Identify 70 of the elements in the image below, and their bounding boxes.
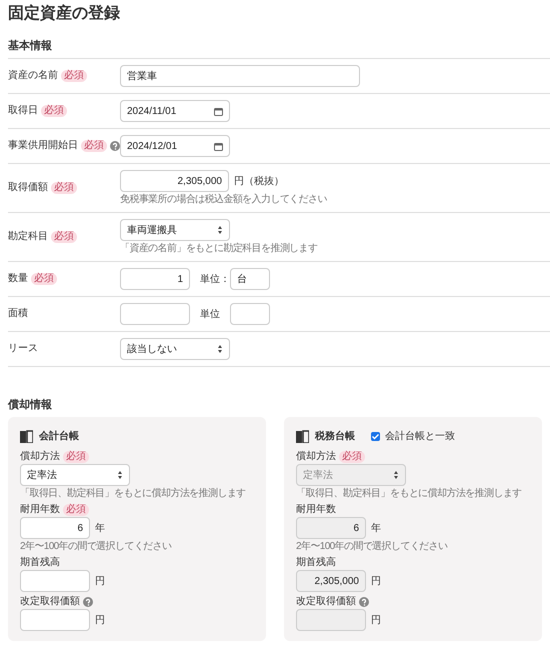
book-icon xyxy=(20,430,33,442)
required-badge: 必須 xyxy=(63,450,89,462)
hint-text: 2年〜100年の間で選択してください xyxy=(20,541,172,553)
field-label: 取得価額 xyxy=(8,180,48,195)
date-field[interactable]: 2024/11/01 xyxy=(120,100,230,122)
select-field[interactable]: 定率法 xyxy=(20,464,130,486)
unit-field[interactable]: 台 xyxy=(230,268,270,290)
date-field[interactable]: 2024/12/01 xyxy=(120,135,230,157)
book-icon xyxy=(296,430,309,442)
field-label: 改定取得価額 xyxy=(20,594,80,609)
suffix-label: 円 xyxy=(371,614,381,627)
unit-field[interactable] xyxy=(230,303,270,325)
field-label: 償却方法 xyxy=(20,450,60,464)
input-field[interactable]: 1 xyxy=(120,268,190,290)
calendar-icon xyxy=(214,106,223,116)
field-label: 取得日 xyxy=(8,104,38,118)
checkbox-label: 会計台帳と一致 xyxy=(385,430,455,443)
suffix-label: 円 xyxy=(95,614,105,627)
ledger-title: 会計台帳 xyxy=(39,430,79,443)
section-heading: 基本情報 xyxy=(8,38,53,54)
input-field[interactable]: 6 xyxy=(20,517,90,539)
calendar-icon xyxy=(214,142,223,150)
field-label: 期首残高 xyxy=(20,556,60,570)
input-field[interactable] xyxy=(120,303,190,325)
input-field[interactable]: 2,305,000 xyxy=(120,170,229,192)
suffix-label: 円 xyxy=(371,575,381,588)
caret-icon xyxy=(117,471,123,479)
caret-icon xyxy=(217,345,223,353)
select-field[interactable]: 該当しない xyxy=(120,338,230,360)
suffix-label: 年 xyxy=(95,522,105,535)
suffix-label: 円（税抜） xyxy=(234,174,284,188)
input-field[interactable] xyxy=(20,609,90,631)
required-badge: 必須 xyxy=(51,231,77,243)
unit-label: 単位 xyxy=(200,308,221,321)
field-label: 耐用年数 xyxy=(296,503,336,517)
caret-icon xyxy=(393,471,399,479)
unit-label: 単位： xyxy=(200,273,230,286)
checkbox[interactable] xyxy=(371,432,380,440)
field-label: 期首残高 xyxy=(296,556,336,570)
required-badge: 必須 xyxy=(51,182,77,194)
select-field[interactable]: 車両運搬具 xyxy=(120,219,230,241)
field-label: 耐用年数 xyxy=(20,503,60,517)
input-field[interactable]: 営業車 xyxy=(120,65,360,87)
field-label: 資産の名前 xyxy=(8,68,58,83)
hint-text: 免税事業所の場合は税込金額を入力してください xyxy=(120,194,327,206)
required-badge: 必須 xyxy=(339,450,365,462)
field-label: 数量 xyxy=(8,272,28,286)
caret-icon xyxy=(217,226,223,234)
required-badge: 必須 xyxy=(81,140,107,152)
check-icon xyxy=(371,432,380,440)
required-badge: 必須 xyxy=(31,273,57,285)
required-badge: 必須 xyxy=(63,504,89,516)
input-field[interactable] xyxy=(20,570,90,592)
suffix-label: 円 xyxy=(95,575,105,588)
hint-text: 「資産の名前」をもとに勘定科目を推測します xyxy=(120,243,318,255)
field-label: 改定取得価額 xyxy=(296,594,356,609)
hint-text: 「取得日、勘定科目」をもとに償却方法を推測します xyxy=(20,488,246,500)
page-title: 固定資産の登録 xyxy=(8,4,121,24)
hint-text: 2年〜100年の間で選択してください xyxy=(296,541,448,553)
field-label: 面積 xyxy=(8,306,28,321)
hint-text: 「取得日、勘定科目」をもとに償却方法を推測します xyxy=(296,488,522,500)
field-label: リース xyxy=(8,342,38,356)
suffix-label: 年 xyxy=(371,522,381,535)
required-badge: 必須 xyxy=(61,70,87,82)
field-label: 償却方法 xyxy=(296,450,336,464)
ledger-title: 税務台帳 xyxy=(315,430,355,443)
field-label: 勘定科目 xyxy=(8,230,48,244)
required-badge: 必須 xyxy=(41,105,67,117)
field-label: 事業供用開始日 xyxy=(8,138,78,153)
section-heading: 償却情報 xyxy=(8,398,53,413)
